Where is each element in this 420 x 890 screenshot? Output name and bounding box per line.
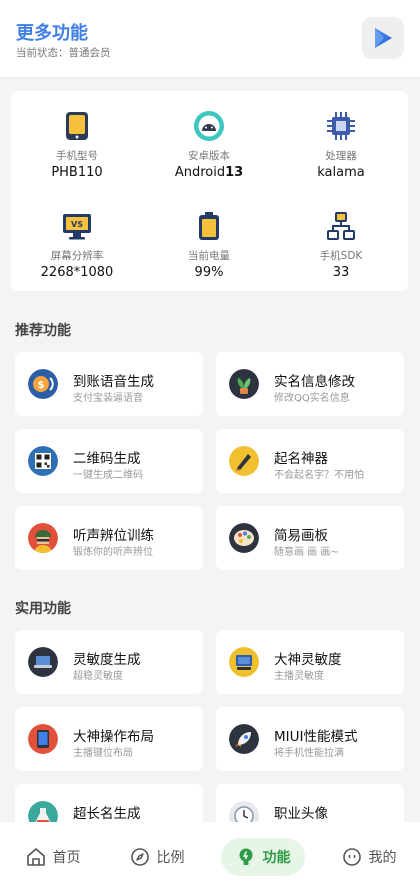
bulb-icon: [239, 848, 252, 865]
gamepad-icon: [229, 647, 259, 677]
svg-text:VS: VS: [71, 220, 83, 229]
phone-icon: [60, 109, 94, 143]
laptop-icon: [28, 647, 58, 677]
soldier-icon: [28, 523, 58, 553]
section-title-recommended: 推荐功能: [15, 323, 71, 339]
bottom-tab-bar: 首页 比例 功能 我的: [0, 822, 420, 890]
feature-card[interactable]: 灵敏度生成 超稳灵敏度: [15, 630, 203, 694]
feature-card[interactable]: 二维码生成 一键生成二维码: [15, 429, 203, 493]
feature-card[interactable]: 实名信息修改 修改QQ实名信息: [216, 352, 404, 416]
palette-icon: [229, 523, 259, 553]
cpu-chip-icon: [324, 109, 358, 143]
section-title-practical: 实用功能: [15, 601, 71, 617]
page-title: 更多功能: [16, 23, 88, 44]
smiley-icon: [342, 848, 361, 866]
header: 更多功能 当前状态：普通会员: [0, 0, 420, 78]
info-screen-resolution: VS 屏幕分辨率 2268*1080: [11, 209, 143, 280]
feature-card[interactable]: 大神操作布局 主播键位布局: [15, 707, 203, 771]
feature-card[interactable]: 起名神器 不会起名字？不用怕: [216, 429, 404, 493]
tablet-icon: [28, 724, 58, 754]
monitor-icon: VS: [60, 209, 94, 243]
info-android-version: 安卓版本 Android13: [143, 109, 275, 180]
id-plant-icon: [229, 369, 259, 399]
play-button[interactable]: [362, 17, 404, 59]
compass-icon: [130, 848, 149, 866]
feature-card[interactable]: 简易画板 随意画 画 画~: [216, 506, 404, 570]
info-sdk: 手机SDK 33: [275, 209, 407, 280]
payment-voice-icon: $: [28, 369, 58, 399]
home-icon: [26, 848, 45, 866]
member-status: 当前状态：普通会员: [16, 47, 111, 59]
play-icon: [375, 28, 392, 48]
tab-ratio[interactable]: 比例: [114, 838, 200, 876]
info-processor: 处理器 kalama: [275, 109, 407, 180]
battery-icon: [192, 209, 226, 243]
feature-card[interactable]: MIUI性能模式 将手机性能拉满: [216, 707, 404, 771]
info-battery: 当前电量 99%: [143, 209, 275, 280]
qrcode-icon: [28, 446, 58, 476]
tab-features[interactable]: 功能: [221, 838, 305, 876]
android-icon: [192, 109, 226, 143]
sdk-network-icon: [324, 209, 358, 243]
tab-home[interactable]: 首页: [10, 838, 96, 876]
device-info-card: 手机型号 PHB110 安卓版本 Android13 处理器 kalama VS…: [11, 91, 408, 291]
name-pen-icon: [229, 446, 259, 476]
tab-mine[interactable]: 我的: [326, 838, 412, 876]
feature-card[interactable]: 大神灵敏度 主播灵敏度: [216, 630, 404, 694]
feature-card[interactable]: $ 到账语音生成 支付宝装逼语音: [15, 352, 203, 416]
svg-text:$: $: [38, 380, 45, 391]
info-phone-model: 手机型号 PHB110: [11, 109, 143, 180]
rocket-icon: [229, 724, 259, 754]
feature-card[interactable]: 听声辨位训练 锻炼你的听声辨位: [15, 506, 203, 570]
